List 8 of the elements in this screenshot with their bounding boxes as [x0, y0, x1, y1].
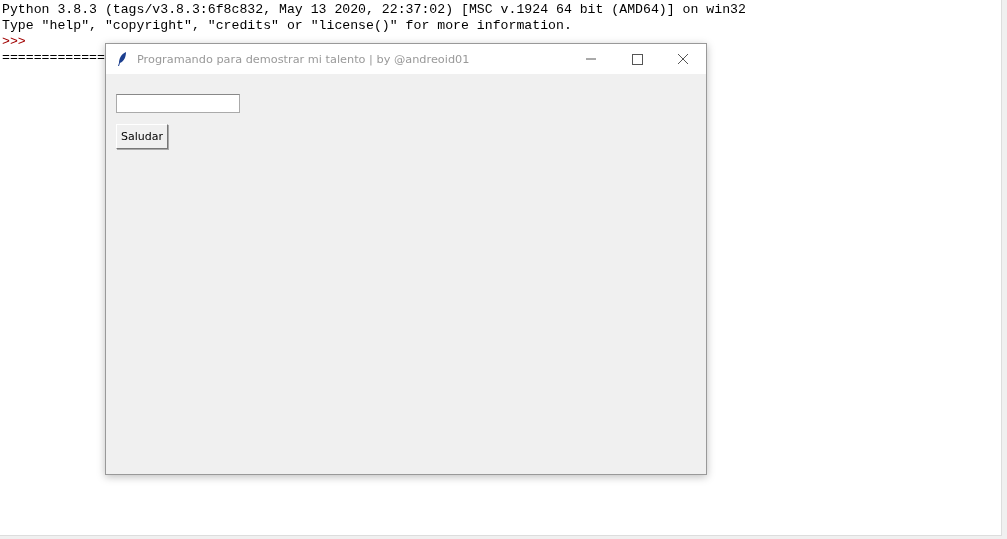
- shell-output: Python 3.8.3 (tags/v3.8.3:6f8c832, May 13 2020, 22:37:02) [MSC v.1924 64 bit (AMD64)] on win32: [2, 2, 746, 17]
- saludar-button[interactable]: Saludar: [116, 124, 168, 149]
- feather-icon: [117, 51, 127, 67]
- window-title: Programando para demostrar mi talento | by @andreoid01: [137, 52, 470, 66]
- shell-prompt: >>>: [2, 34, 26, 49]
- shell-output: Type "help", "copyright", "credits" or "license()" for more information.: [2, 18, 572, 33]
- input-field[interactable]: [116, 94, 240, 113]
- shell-output: =============: [2, 50, 105, 65]
